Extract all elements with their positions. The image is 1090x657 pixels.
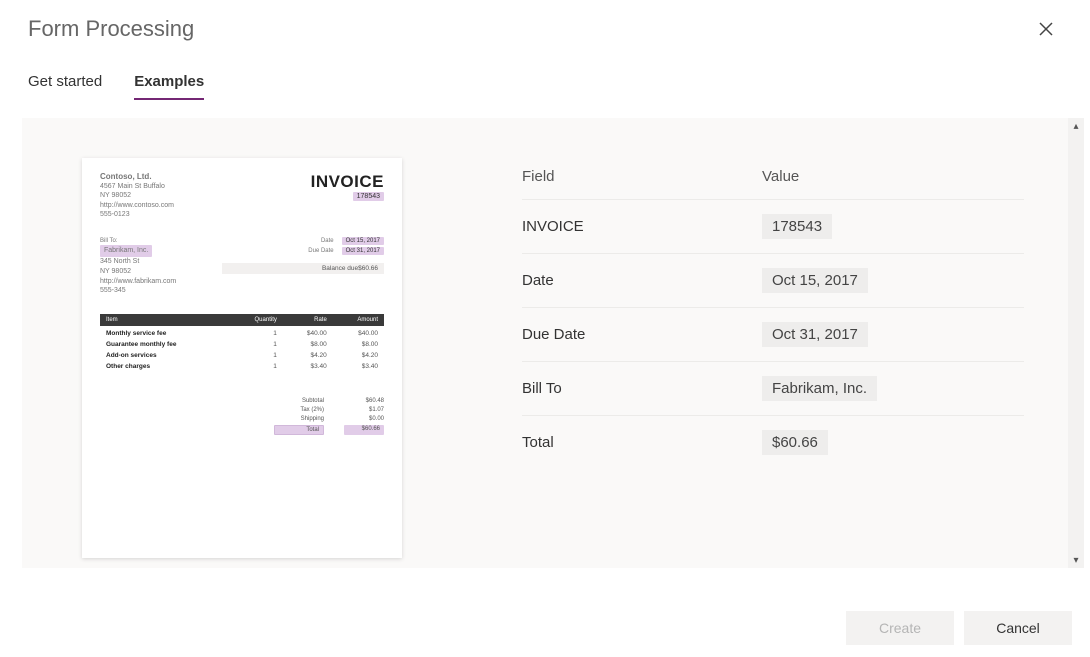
invoice-number: 178543 — [353, 192, 384, 201]
field-row: Total $60.66 — [522, 416, 1024, 469]
field-row: INVOICE 178543 — [522, 200, 1024, 254]
field-value: Fabrikam, Inc. — [762, 376, 877, 401]
shipping-value: $0.00 — [344, 416, 384, 422]
line-item: Other charges — [100, 359, 229, 370]
invoice-preview: Contoso, Ltd. 4567 Main St Buffalo NY 98… — [82, 158, 402, 558]
line-rate: $3.40 — [283, 359, 333, 370]
from-company: Contoso, Ltd. — [100, 172, 174, 182]
line-item: Guarantee monthly fee — [100, 337, 229, 348]
line-item: Monthly service fee — [100, 326, 229, 337]
fields-header-field: Field — [522, 168, 762, 185]
examples-panel: ▴ ▾ Contoso, Ltd. 4567 Main St Buffalo N… — [22, 118, 1084, 568]
line-qty: 1 — [229, 348, 283, 359]
dialog-title: Form Processing — [28, 16, 194, 42]
create-button[interactable]: Create — [846, 611, 954, 645]
line-item: Add-on services — [100, 348, 229, 359]
billto-phone: 555-345 — [100, 286, 176, 296]
total-value: $60.66 — [344, 425, 384, 435]
duedate-label: Due Date — [304, 247, 337, 255]
subtotal-value: $60.48 — [344, 398, 384, 404]
fields-header-value: Value — [762, 168, 1024, 185]
tab-examples[interactable]: Examples — [134, 73, 204, 100]
line-rate: $8.00 — [283, 337, 333, 348]
line-amount: $40.00 — [333, 326, 384, 337]
from-phone: 555-0123 — [100, 210, 174, 219]
line-amount: $4.20 — [333, 348, 384, 359]
invoice-from: Contoso, Ltd. 4567 Main St Buffalo NY 98… — [100, 172, 174, 219]
field-value: Oct 15, 2017 — [762, 268, 868, 293]
table-row: Other charges 1 $3.40 $3.40 — [100, 359, 384, 370]
line-qty: 1 — [229, 337, 283, 348]
from-address: 4567 Main St Buffalo — [100, 182, 174, 191]
field-value: $60.66 — [762, 430, 828, 455]
field-name: Date — [522, 272, 762, 289]
line-rate: $40.00 — [283, 326, 333, 337]
col-item: Item — [100, 314, 229, 326]
field-value: 178543 — [762, 214, 832, 239]
line-amount: $3.40 — [333, 359, 384, 370]
field-name: Total — [522, 434, 762, 451]
table-row: Guarantee monthly fee 1 $8.00 $8.00 — [100, 337, 384, 348]
tab-get-started[interactable]: Get started — [28, 73, 102, 100]
tabs: Get started Examples — [0, 47, 1090, 100]
billto-company: Fabrikam, Inc. — [100, 245, 152, 257]
dialog-footer: Create Cancel — [846, 611, 1072, 645]
field-name: Bill To — [522, 380, 762, 397]
field-value: Oct 31, 2017 — [762, 322, 868, 347]
line-qty: 1 — [229, 326, 283, 337]
col-amount: Amount — [333, 314, 384, 326]
tax-value: $1.07 — [344, 407, 384, 413]
duedate-value: Oct 31, 2017 — [342, 247, 384, 255]
field-name: Due Date — [522, 326, 762, 343]
table-row: Monthly service fee 1 $40.00 $40.00 — [100, 326, 384, 337]
preview-column: Contoso, Ltd. 4567 Main St Buffalo NY 98… — [22, 118, 422, 568]
subtotal-label: Subtotal — [274, 398, 324, 404]
tax-label: Tax (2%) — [274, 407, 324, 413]
fields-column: Field Value INVOICE 178543 Date Oct 15, … — [422, 118, 1084, 568]
balance-due-label: Balance due — [322, 265, 358, 272]
from-zip: NY 98052 — [100, 191, 174, 200]
line-amount: $8.00 — [333, 337, 384, 348]
total-label: Total — [274, 425, 324, 435]
date-value: Oct 15, 2017 — [342, 237, 384, 245]
cancel-button[interactable]: Cancel — [964, 611, 1072, 645]
field-row: Bill To Fabrikam, Inc. — [522, 362, 1024, 416]
balance-due-value: $60.66 — [358, 265, 378, 272]
col-qty: Quantity — [229, 314, 283, 326]
shipping-label: Shipping — [274, 416, 324, 422]
billto-label: Bill To: — [100, 237, 176, 245]
invoice-title: INVOICE — [311, 172, 384, 192]
field-row: Date Oct 15, 2017 — [522, 254, 1024, 308]
table-row: Add-on services 1 $4.20 $4.20 — [100, 348, 384, 359]
scrollbar[interactable]: ▴ ▾ — [1068, 118, 1084, 568]
field-name: INVOICE — [522, 218, 762, 235]
invoice-table: Item Quantity Rate Amount Monthly servic… — [100, 314, 384, 370]
billto-address: 345 North St — [100, 257, 176, 267]
col-rate: Rate — [283, 314, 333, 326]
scroll-down-icon[interactable]: ▾ — [1068, 552, 1084, 568]
billto-web: http://www.fabrikam.com — [100, 277, 176, 287]
line-rate: $4.20 — [283, 348, 333, 359]
field-row: Due Date Oct 31, 2017 — [522, 308, 1024, 362]
billto-zip: NY 98052 — [100, 267, 176, 277]
from-web: http://www.contoso.com — [100, 201, 174, 210]
date-label: Date — [317, 237, 338, 245]
scroll-up-icon[interactable]: ▴ — [1068, 118, 1084, 134]
line-qty: 1 — [229, 359, 283, 370]
close-icon[interactable] — [1030, 16, 1062, 47]
